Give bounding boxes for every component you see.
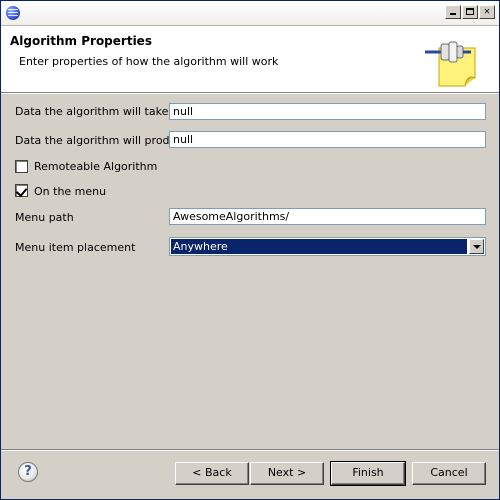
finish-button[interactable]: Finish [330, 461, 406, 486]
maximize-icon [466, 8, 474, 15]
input-data-value: null [173, 105, 194, 118]
cancel-button[interactable]: Cancel [412, 462, 486, 485]
menu-path-value: AwesomeAlgorithms/ [173, 210, 290, 223]
minimize-icon [450, 13, 456, 15]
maximize-button[interactable] [462, 5, 478, 19]
help-button[interactable]: ? [18, 462, 38, 482]
eclipse-app-icon [6, 6, 20, 20]
back-button[interactable]: < Back [175, 462, 249, 485]
dropdown-arrow-icon[interactable] [469, 239, 484, 254]
output-data-field[interactable]: null [169, 131, 486, 148]
remoteable-checkbox[interactable] [15, 160, 28, 173]
title-bar[interactable]: ✕ [1, 1, 499, 26]
header-banner: Algorithm Properties Enter properties of… [1, 26, 499, 93]
output-data-value: null [173, 133, 194, 146]
wizard-dialog: ✕ Algorithm Properties Enter properties … [0, 0, 500, 500]
page-description: Enter properties of how the algorithm wi… [19, 55, 279, 68]
input-data-field[interactable]: null [169, 103, 486, 120]
next-button[interactable]: Next > [250, 462, 324, 485]
input-data-label: Data the algorithm will take in [15, 105, 182, 118]
menu-placement-select[interactable]: Anywhere [169, 237, 486, 256]
banner-separator [1, 93, 499, 94]
output-data-label: Data the algorithm will produce [15, 134, 190, 147]
close-icon: ✕ [483, 6, 491, 17]
minimize-button[interactable] [445, 5, 461, 19]
checkmark-icon [15, 184, 28, 198]
menu-path-field[interactable]: AwesomeAlgorithms/ [169, 208, 486, 225]
page-title: Algorithm Properties [10, 34, 152, 48]
plugin-note-icon [425, 41, 476, 87]
menu-placement-value: Anywhere [171, 239, 467, 254]
menu-path-label: Menu path [15, 211, 74, 224]
on-menu-checkbox[interactable] [15, 184, 28, 198]
close-button[interactable]: ✕ [479, 5, 495, 19]
menu-placement-label: Menu item placement [15, 241, 136, 254]
remoteable-label[interactable]: Remoteable Algorithm [34, 160, 157, 173]
help-icon: ? [24, 464, 32, 479]
on-menu-label[interactable]: On the menu [34, 185, 106, 198]
footer-separator [1, 449, 499, 450]
